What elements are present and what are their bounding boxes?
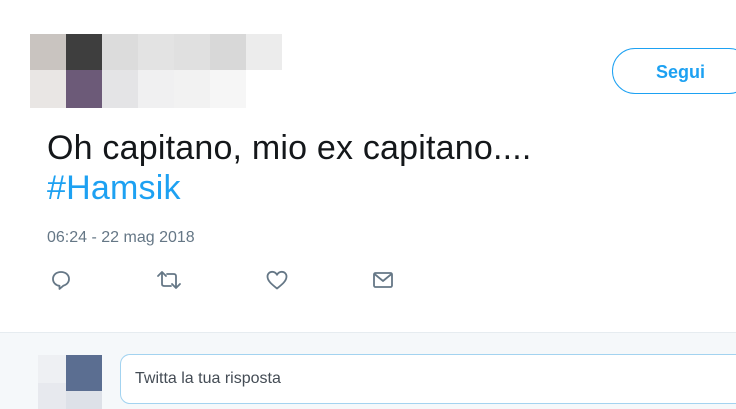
obscured-user-header xyxy=(30,34,282,108)
follow-button[interactable]: Segui xyxy=(612,48,736,94)
pixel-block xyxy=(246,34,282,70)
pixel-block xyxy=(66,355,102,391)
pixel-block xyxy=(30,34,66,70)
pixel-block xyxy=(66,391,102,409)
message-button[interactable] xyxy=(369,266,397,294)
avatar xyxy=(38,355,104,409)
heart-icon xyxy=(266,270,288,290)
like-button[interactable] xyxy=(263,266,291,294)
tweet-text: Oh capitano, mio ex capitano.... xyxy=(47,129,532,167)
retweet-button[interactable] xyxy=(155,266,183,294)
pixel-block xyxy=(102,70,138,108)
pixel-block xyxy=(138,70,174,108)
pixel-block xyxy=(138,34,174,70)
pixel-block xyxy=(38,355,66,383)
pixel-block xyxy=(66,70,102,108)
pixel-block xyxy=(174,34,210,70)
tweet-timestamp[interactable]: 06:24 - 22 mag 2018 xyxy=(47,228,195,248)
pixel-block xyxy=(38,383,66,409)
pixel-block xyxy=(210,70,246,108)
retweet-icon xyxy=(157,271,181,289)
reply-button[interactable] xyxy=(47,266,75,294)
hashtag-link[interactable]: #Hamsik xyxy=(47,168,181,208)
reply-area xyxy=(0,333,736,409)
tweet-card: Segui Oh capitano, mio ex capitano.... #… xyxy=(0,0,736,332)
reply-icon xyxy=(52,271,70,290)
pixel-block xyxy=(102,34,138,70)
pixel-block xyxy=(210,34,246,70)
pixel-block xyxy=(174,70,210,108)
pixel-block xyxy=(66,34,102,70)
pixel-block xyxy=(30,70,66,108)
reply-input[interactable] xyxy=(120,354,736,404)
envelope-icon xyxy=(373,272,393,288)
tweet-actions xyxy=(47,266,447,294)
